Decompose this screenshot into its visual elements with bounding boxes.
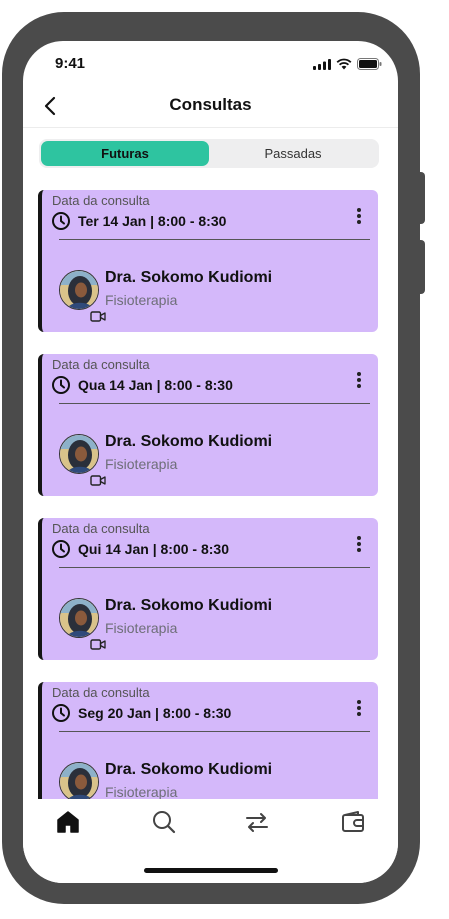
more-options-icon[interactable]	[355, 698, 363, 718]
appointment-card[interactable]: Data da consulta Qui 14 Jan | 8:00 - 8:3…	[38, 518, 378, 660]
video-camera-icon	[90, 639, 106, 650]
status-time: 9:41	[55, 55, 86, 72]
clock-icon	[52, 376, 70, 394]
wifi-icon	[336, 58, 352, 70]
phone-screen: 9:41 Consultas Futuras Passadas Data da …	[23, 41, 398, 883]
home-icon[interactable]	[55, 809, 81, 835]
signal-icon	[313, 58, 331, 70]
card-divider	[59, 567, 370, 568]
doctor-avatar	[59, 598, 99, 638]
wallet-icon[interactable]	[340, 809, 366, 835]
doctor-name: Dra. Sokomo Kudiomi	[105, 269, 273, 286]
status-bar: 9:41	[23, 41, 398, 85]
transfer-icon[interactable]	[244, 809, 270, 835]
segment-passadas[interactable]: Passadas	[209, 141, 377, 166]
doctor-name: Dra. Sokomo Kudiomi	[105, 433, 273, 450]
doctor-specialty: Fisioterapia	[105, 620, 178, 636]
status-icons	[313, 58, 382, 70]
appointment-date-label: Data da consulta	[52, 685, 150, 700]
clock-icon	[52, 704, 70, 722]
doctor-avatar	[59, 434, 99, 474]
card-divider	[59, 239, 370, 240]
navigation-bar: Consultas	[23, 85, 398, 128]
doctor-name: Dra. Sokomo Kudiomi	[105, 761, 273, 778]
clock-icon	[52, 540, 70, 558]
more-options-icon[interactable]	[355, 534, 363, 554]
appointment-date: Ter 14 Jan | 8:00 - 8:30	[78, 213, 227, 229]
more-options-icon[interactable]	[355, 370, 363, 390]
appointment-date-label: Data da consulta	[52, 193, 150, 208]
doctor-specialty: Fisioterapia	[105, 292, 178, 308]
page-title: Consultas	[169, 95, 252, 114]
doctor-avatar	[59, 270, 99, 310]
appointment-card[interactable]: Data da consulta Qua 14 Jan | 8:00 - 8:3…	[38, 354, 378, 496]
appointment-date: Qua 14 Jan | 8:00 - 8:30	[78, 377, 233, 393]
appointment-date: Qui 14 Jan | 8:00 - 8:30	[78, 541, 229, 557]
appointment-list: Data da consulta Ter 14 Jan | 8:00 - 8:3…	[23, 181, 398, 799]
card-divider	[59, 731, 370, 732]
segment-futuras[interactable]: Futuras	[41, 141, 209, 166]
segmented-control: Futuras Passadas	[39, 139, 379, 168]
more-options-icon[interactable]	[355, 206, 363, 226]
battery-icon	[357, 58, 382, 70]
appointment-card[interactable]: Data da consulta Seg 20 Jan | 8:00 - 8:3…	[38, 682, 378, 799]
doctor-name: Dra. Sokomo Kudiomi	[105, 597, 273, 614]
card-divider	[59, 403, 370, 404]
appointment-date-label: Data da consulta	[52, 357, 150, 372]
doctor-specialty: Fisioterapia	[105, 784, 178, 799]
clock-icon	[52, 212, 70, 230]
doctor-specialty: Fisioterapia	[105, 456, 178, 472]
video-camera-icon	[90, 311, 106, 322]
appointment-date-label: Data da consulta	[52, 521, 150, 536]
appointment-date: Seg 20 Jan | 8:00 - 8:30	[78, 705, 232, 721]
doctor-avatar	[59, 762, 99, 799]
video-camera-icon	[90, 475, 106, 486]
appointment-card[interactable]: Data da consulta Ter 14 Jan | 8:00 - 8:3…	[38, 190, 378, 332]
search-icon[interactable]	[151, 809, 177, 835]
home-indicator[interactable]	[144, 868, 278, 873]
